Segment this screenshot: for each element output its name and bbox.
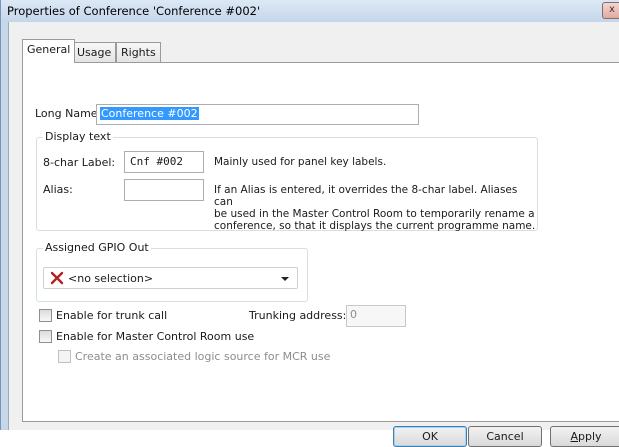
8char-label-caption: 8-char Label: — [43, 156, 116, 169]
tab-rights-label: Rights — [121, 46, 156, 59]
cancel-button-label: Cancel — [486, 430, 524, 443]
title-bar[interactable]: Properties of Conference 'Conference #00… — [1, 0, 619, 22]
alias-caption: Alias: — [43, 183, 73, 196]
trunking-address-value: 0 — [350, 308, 357, 321]
trunk-call-label[interactable]: Enable for trunk call — [56, 309, 167, 322]
dialog-client-area: General Usage Rights Long Name: Conferen… — [8, 22, 619, 447]
mcr-use-label[interactable]: Enable for Master Control Room use — [56, 330, 254, 343]
close-glyph: x — [609, 4, 615, 15]
alias-note-line-1: If an Alias is entered, it overrides the… — [214, 184, 518, 208]
ok-button[interactable]: OK — [393, 426, 467, 447]
apply-button-label: pply — [578, 430, 602, 443]
tab-usage[interactable]: Usage — [72, 42, 117, 62]
alias-note: If an Alias is entered, it overrides the… — [214, 184, 537, 232]
display-text-title: Display text — [43, 130, 113, 143]
ok-button-label: OK — [422, 430, 438, 443]
tab-general-label: General — [27, 43, 71, 56]
tab-rights[interactable]: Rights — [116, 42, 161, 62]
chevron-down-icon — [281, 277, 289, 281]
tab-usage-label: Usage — [77, 46, 112, 59]
apply-button-access-key: A — [570, 430, 578, 443]
8char-label-note: Mainly used for panel key labels. — [214, 156, 387, 168]
general-tab-panel: Long Name: Conference #002 Display text … — [22, 62, 619, 422]
gpio-selected-value: <no selection> — [68, 272, 154, 285]
mcr-logic-source-label[interactable]: Create an associated logic source for MC… — [75, 350, 330, 363]
trunking-address-field[interactable]: 0 — [346, 305, 406, 327]
trunk-call-checkbox[interactable] — [39, 309, 52, 322]
trunking-address-label: Trunking address: — [249, 309, 347, 322]
red-x-icon — [50, 271, 64, 285]
cancel-button[interactable]: Cancel — [468, 426, 542, 447]
gpio-group-title: Assigned GPIO Out — [43, 241, 151, 254]
display-text-group: Display text 8-char Label: Cnf #002 Main… — [36, 130, 538, 232]
mcr-logic-source-checkbox[interactable] — [58, 350, 71, 363]
8char-label-value: Cnf #002 — [130, 155, 183, 168]
mcr-use-checkbox[interactable] — [39, 330, 52, 343]
alias-note-line-2: be used in the Master Control Room to te… — [214, 208, 535, 220]
gpio-group: Assigned GPIO Out <no selection> — [36, 241, 308, 302]
properties-dialog: Properties of Conference 'Conference #00… — [0, 0, 619, 447]
long-name-label: Long Name: — [35, 107, 102, 120]
gpio-out-select[interactable]: <no selection> — [43, 267, 298, 289]
apply-button[interactable]: Apply — [550, 426, 619, 447]
close-icon[interactable]: x — [602, 2, 619, 19]
8char-label-field[interactable]: Cnf #002 — [124, 151, 204, 173]
tab-general[interactable]: General — [22, 39, 76, 63]
long-name-value: Conference #002 — [100, 107, 199, 120]
alias-field[interactable] — [124, 179, 204, 201]
alias-note-line-3: conference, so that it displays the curr… — [214, 220, 536, 232]
long-name-field[interactable]: Conference #002 — [96, 104, 419, 125]
window-title: Properties of Conference 'Conference #00… — [7, 4, 261, 18]
